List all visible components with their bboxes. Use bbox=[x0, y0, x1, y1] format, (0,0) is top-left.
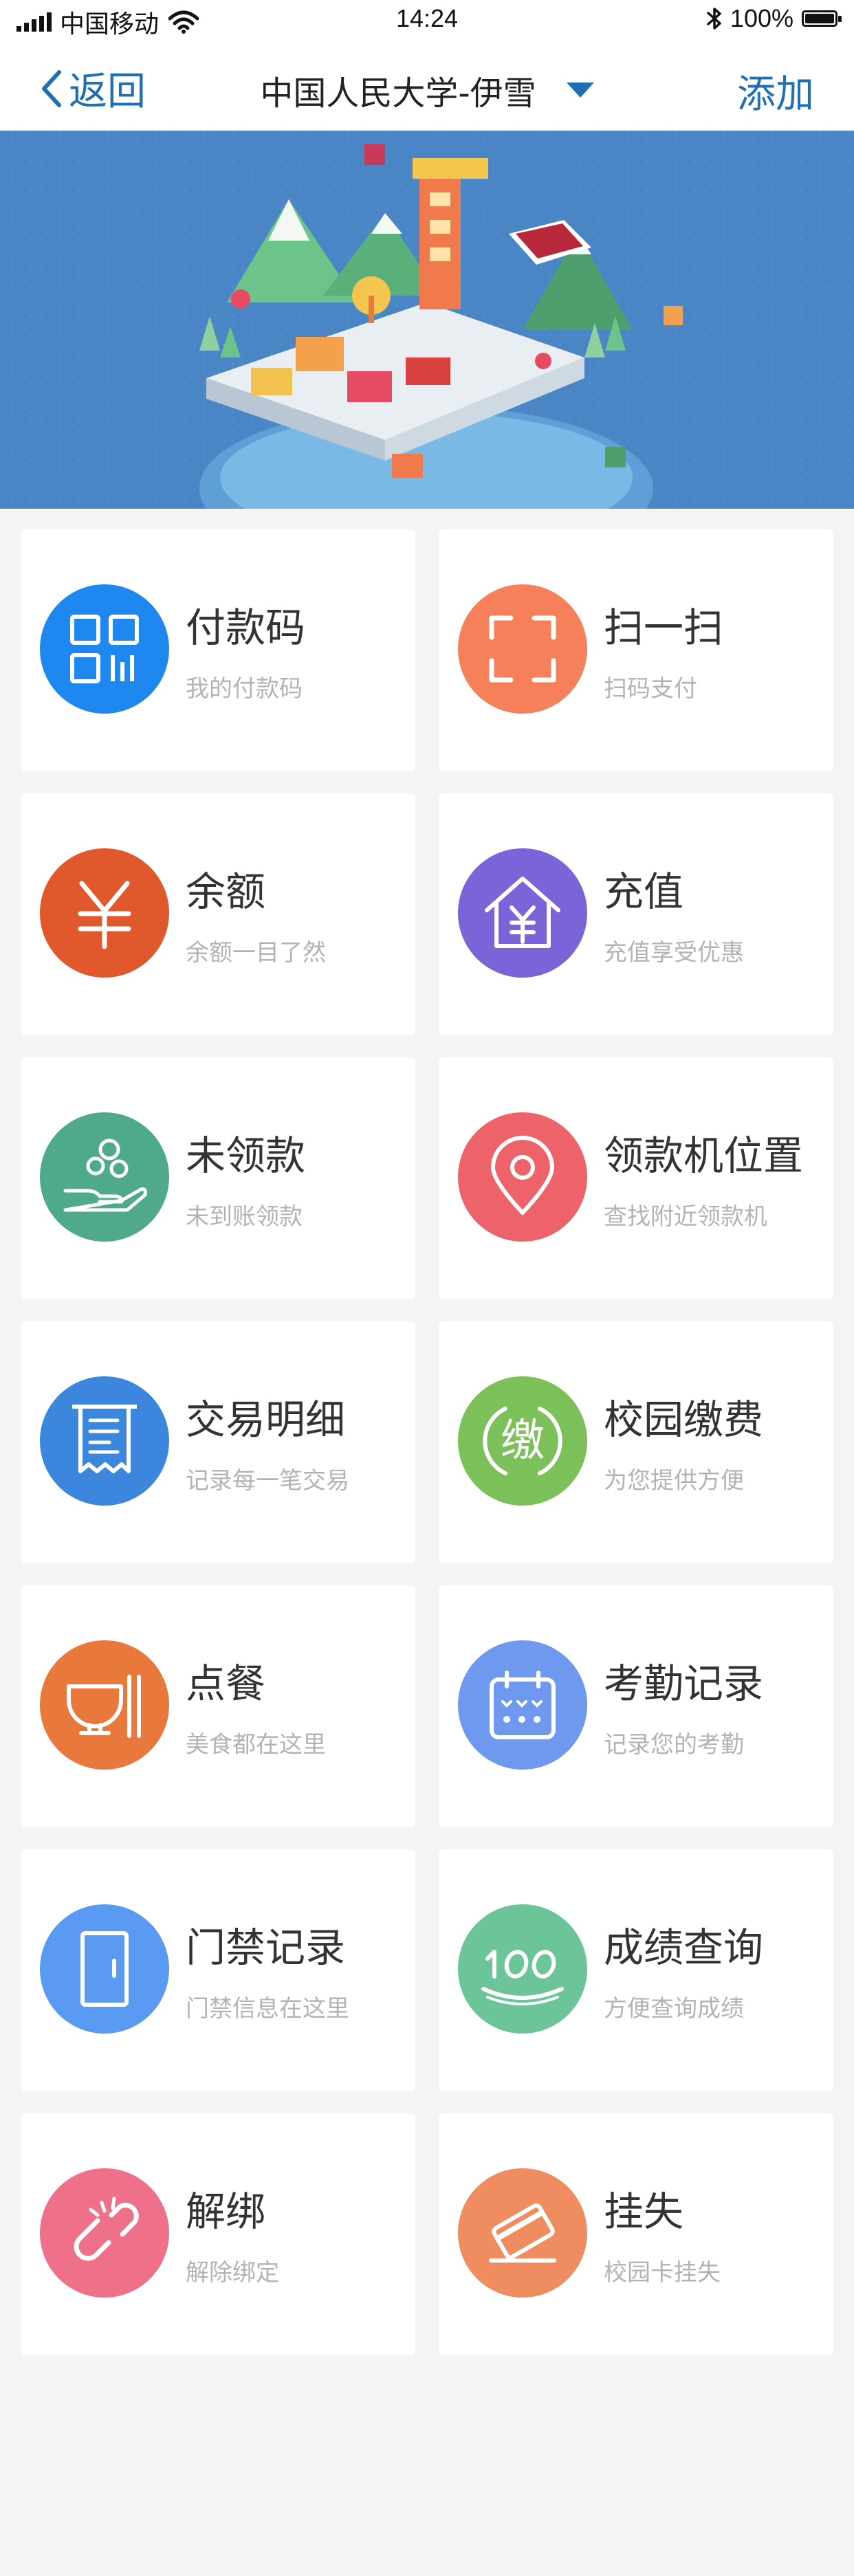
service-card-balance[interactable]: 余额 余额一目了然 bbox=[21, 793, 415, 1035]
service-card-campus-payment[interactable]: 缴 校园缴费 为您提供方便 bbox=[439, 1321, 833, 1563]
card-icon bbox=[458, 1112, 587, 1242]
card-subtitle: 校园卡挂失 bbox=[604, 2259, 721, 2287]
card-title: 交易明细 bbox=[186, 1396, 346, 1443]
svg-text:缴: 缴 bbox=[501, 1416, 545, 1466]
campus-illustration bbox=[0, 131, 854, 509]
service-card-recharge[interactable]: 充值 充值享受优惠 bbox=[439, 793, 833, 1035]
card-subtitle: 未到账领款 bbox=[186, 1203, 303, 1231]
service-card-unclaimed[interactable]: 未领款 未到账领款 bbox=[21, 1057, 415, 1299]
card-icon bbox=[458, 2168, 587, 2298]
card-subtitle: 记录您的考勤 bbox=[604, 1731, 744, 1759]
card-title: 点餐 bbox=[186, 1660, 266, 1707]
service-card-atm-location[interactable]: 领款机位置 查找附近领款机 bbox=[439, 1057, 833, 1299]
banner bbox=[0, 131, 854, 509]
service-card-transactions[interactable]: 交易明细 记录每一笔交易 bbox=[21, 1321, 415, 1563]
nav-bar: 返回 中国人民大学-伊雪 添加 bbox=[0, 43, 854, 131]
card-title: 余额 bbox=[186, 868, 266, 915]
card-icon bbox=[458, 1640, 587, 1770]
page-title: 中国人民大学-伊雪 bbox=[260, 74, 536, 113]
service-card-report-loss[interactable]: 挂失 校园卡挂失 bbox=[439, 2113, 833, 2355]
card-icon bbox=[40, 848, 169, 978]
hand-coins-icon bbox=[63, 1138, 147, 1212]
door-icon bbox=[80, 1931, 129, 2007]
caret-down-icon bbox=[566, 82, 594, 98]
card-subtitle: 记录每一笔交易 bbox=[186, 1467, 349, 1495]
battery-fill bbox=[805, 14, 834, 23]
card-subtitle: 余额一目了然 bbox=[186, 939, 326, 967]
bowl-icon bbox=[67, 1675, 141, 1738]
card-icon bbox=[458, 848, 587, 978]
card-title: 校园缴费 bbox=[604, 1396, 764, 1443]
card-title: 成绩查询 bbox=[604, 1924, 764, 1971]
account-selector[interactable]: 中国人民大学-伊雪 bbox=[0, 66, 854, 114]
status-right: 100% bbox=[705, 4, 842, 33]
card-title: 考勤记录 bbox=[604, 1660, 764, 1707]
add-button[interactable]: 添加 bbox=[737, 63, 814, 119]
yuan-icon bbox=[78, 881, 131, 949]
card-subtitle: 解除绑定 bbox=[186, 2259, 279, 2287]
card-icon: 缴 bbox=[458, 1376, 587, 1506]
card-icon bbox=[40, 1112, 169, 1242]
service-card-unbind[interactable]: 解绑 解除绑定 bbox=[21, 2113, 415, 2355]
card-title: 未领款 bbox=[186, 1132, 306, 1179]
card-subtitle: 充值享受优惠 bbox=[604, 939, 744, 967]
qr-code-icon bbox=[70, 615, 139, 683]
card-title: 解绑 bbox=[186, 2188, 266, 2235]
card-subtitle: 为您提供方便 bbox=[604, 1467, 744, 1495]
card-loss-icon bbox=[489, 2203, 556, 2263]
card-subtitle: 美食都在这里 bbox=[186, 1731, 326, 1759]
card-subtitle: 方便查询成绩 bbox=[604, 1995, 744, 2023]
payment-icon: 缴 bbox=[483, 1407, 562, 1475]
card-subtitle: 我的付款码 bbox=[186, 675, 303, 703]
card-title: 门禁记录 bbox=[186, 1924, 346, 1971]
bluetooth-icon bbox=[707, 8, 721, 30]
service-card-attendance[interactable]: 考勤记录 记录您的考勤 bbox=[439, 1585, 833, 1827]
service-card-ordering[interactable]: 点餐 美食都在这里 bbox=[21, 1585, 415, 1827]
card-title: 付款码 bbox=[186, 604, 306, 651]
card-title: 挂失 bbox=[604, 2188, 684, 2235]
service-card-scan[interactable]: 扫一扫 扫码支付 bbox=[439, 529, 833, 771]
score-100-icon bbox=[481, 1950, 564, 2005]
card-icon bbox=[40, 584, 169, 714]
service-card-payment-code[interactable]: 付款码 我的付款码 bbox=[21, 529, 415, 771]
battery-icon bbox=[802, 10, 842, 27]
card-title: 充值 bbox=[604, 868, 684, 915]
calendar-icon bbox=[490, 1671, 556, 1739]
card-icon bbox=[40, 1904, 169, 2034]
receipt-icon bbox=[72, 1405, 137, 1473]
card-title: 领款机位置 bbox=[604, 1132, 804, 1179]
card-title: 扫一扫 bbox=[604, 604, 724, 651]
card-icon bbox=[458, 584, 587, 714]
service-card-grades[interactable]: 成绩查询 方便查询成绩 bbox=[439, 1849, 833, 2091]
card-icon bbox=[458, 1904, 587, 2034]
card-subtitle: 查找附近领款机 bbox=[604, 1203, 767, 1231]
card-icon bbox=[40, 2168, 169, 2298]
card-icon bbox=[40, 1640, 169, 1770]
card-icon bbox=[40, 1376, 169, 1506]
service-card-access-records[interactable]: 门禁记录 门禁信息在这里 bbox=[21, 1849, 415, 2091]
card-subtitle: 门禁信息在这里 bbox=[186, 1995, 349, 2023]
broken-link-icon bbox=[74, 2197, 139, 2261]
house-yuan-icon bbox=[485, 877, 560, 948]
location-pin-icon bbox=[491, 1136, 554, 1215]
scan-icon bbox=[489, 615, 556, 683]
battery-percent: 100% bbox=[730, 4, 793, 32]
card-subtitle: 扫码支付 bbox=[604, 675, 697, 703]
status-bar: 中国移动 14:24 100% bbox=[0, 0, 854, 43]
